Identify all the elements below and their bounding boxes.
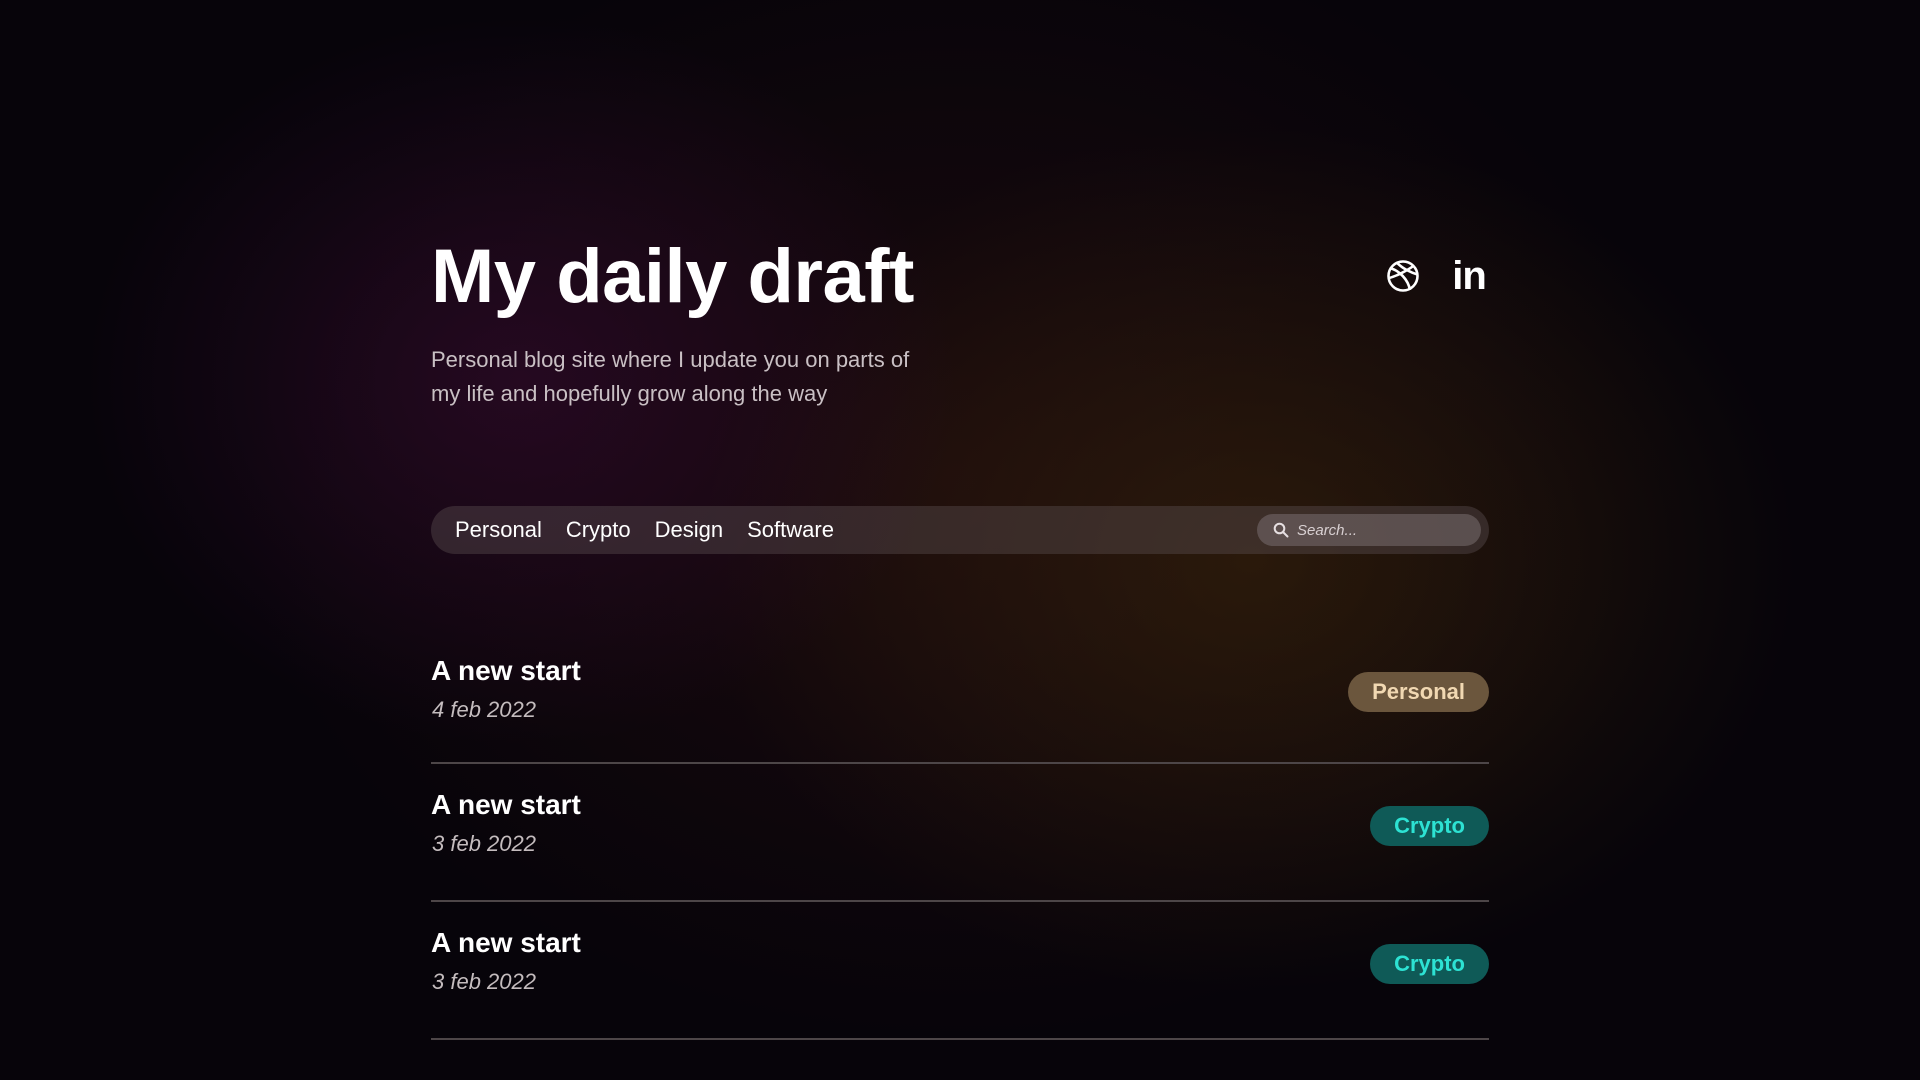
post-title[interactable]: A new start (431, 926, 581, 960)
category-nav: Personal Crypto Design Software (431, 506, 1489, 554)
linkedin-icon[interactable]: in (1449, 256, 1489, 296)
nav-item-software[interactable]: Software (747, 517, 834, 543)
nav-links: Personal Crypto Design Software (455, 517, 834, 543)
linkedin-glyph: in (1452, 254, 1487, 298)
post-title[interactable]: A new start (431, 654, 581, 688)
tag-personal[interactable]: Personal (1348, 672, 1489, 712)
tag-crypto[interactable]: Crypto (1370, 806, 1489, 846)
site-subtitle: Personal blog site where I update you on… (431, 347, 910, 406)
tag-crypto[interactable]: Crypto (1370, 944, 1489, 984)
post-date: 4 feb 2022 (432, 697, 536, 722)
post-date: 3 feb 2022 (432, 969, 536, 994)
post-item[interactable]: A new start 3 feb 2022 Crypto (431, 764, 1489, 902)
nav-item-design[interactable]: Design (655, 517, 723, 543)
search-icon (1273, 522, 1289, 538)
post-list: A new start 4 feb 2022 Personal A new st… (431, 640, 1489, 1040)
social-links: in (1383, 256, 1489, 296)
search-input[interactable] (1297, 521, 1457, 539)
post-date: 3 feb 2022 (432, 831, 536, 856)
site-title: My daily draft (431, 234, 914, 319)
blog-page: My daily draft Personal blog site where … (431, 0, 1489, 1080)
nav-item-personal[interactable]: Personal (455, 517, 542, 543)
post-item[interactable]: A new start 3 feb 2022 Crypto (431, 902, 1489, 1040)
nav-item-crypto[interactable]: Crypto (566, 517, 631, 543)
dribbble-icon[interactable] (1383, 256, 1423, 296)
post-title[interactable]: A new start (431, 788, 581, 822)
post-item[interactable]: A new start 4 feb 2022 Personal (431, 640, 1489, 764)
search-box[interactable] (1257, 514, 1481, 546)
